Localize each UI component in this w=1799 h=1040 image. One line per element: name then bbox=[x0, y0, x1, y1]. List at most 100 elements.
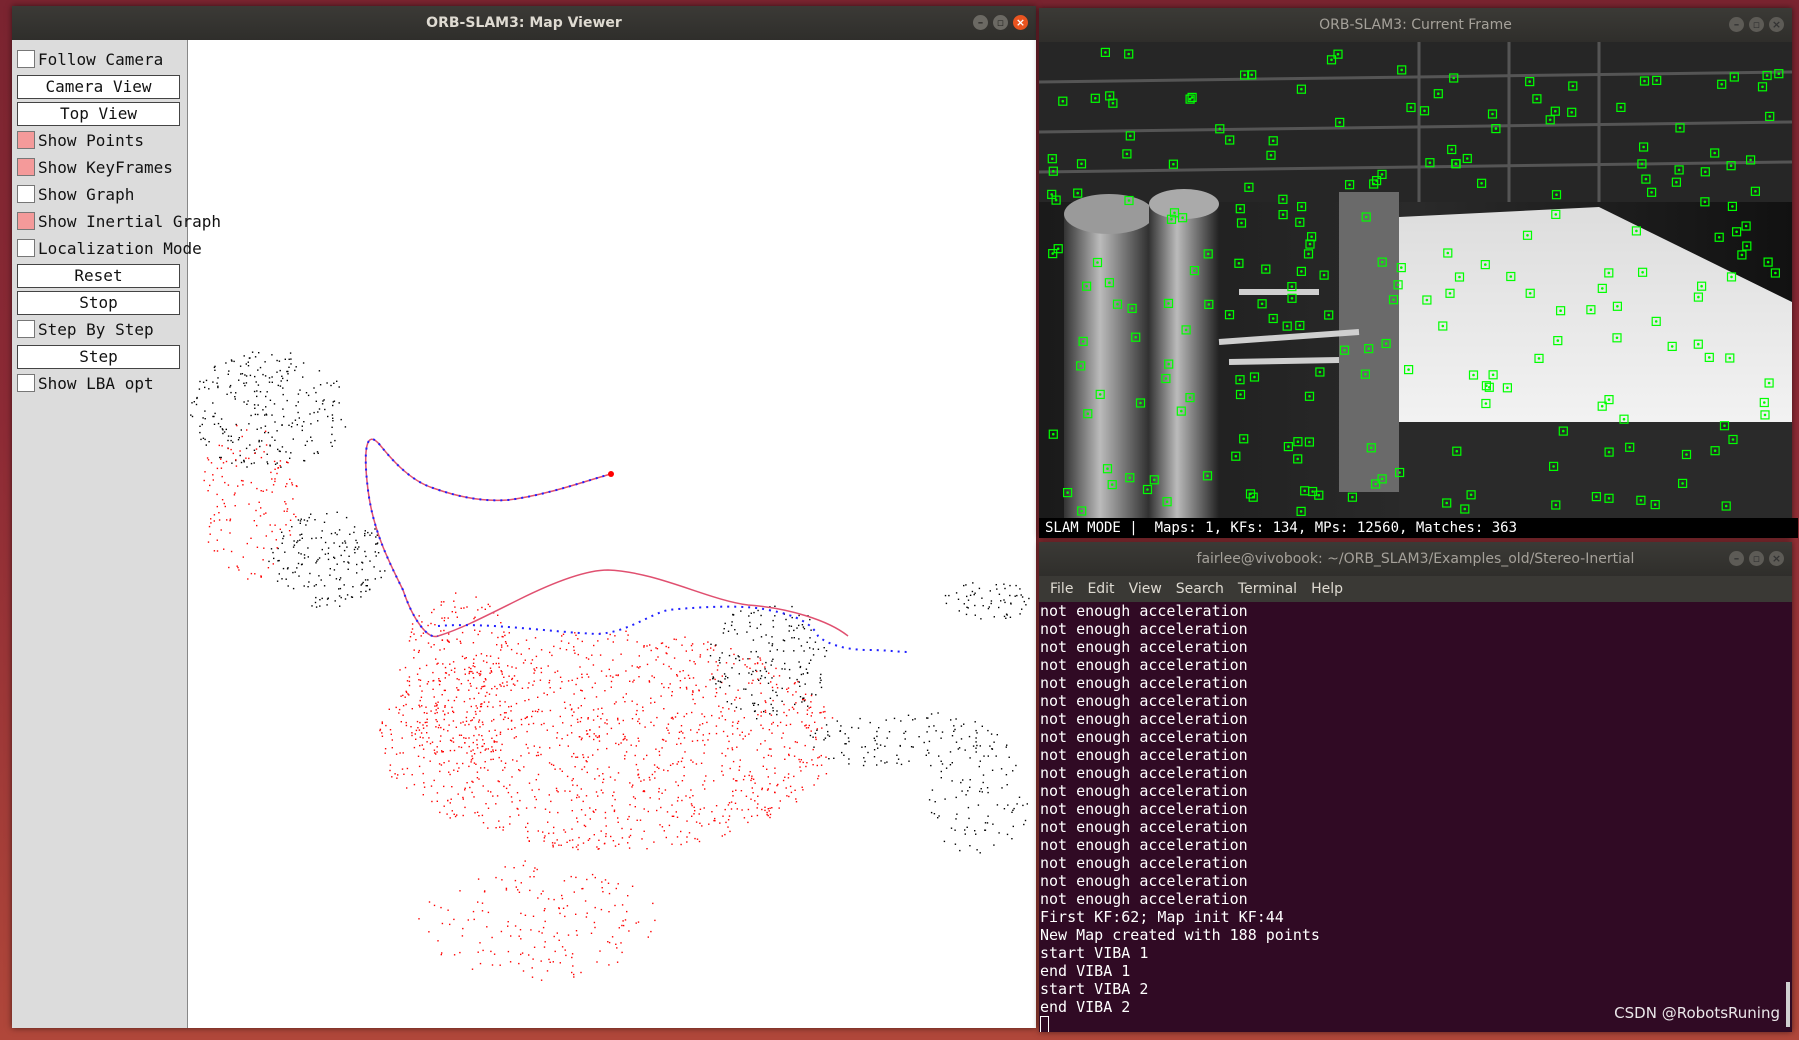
feature-point bbox=[1423, 109, 1426, 113]
feature-point bbox=[1104, 51, 1107, 54]
map-point bbox=[686, 836, 688, 838]
map-point bbox=[701, 723, 704, 725]
map-point bbox=[754, 782, 756, 784]
map-point bbox=[454, 667, 456, 670]
minimize-icon[interactable]: – bbox=[1729, 17, 1744, 32]
map-point bbox=[976, 849, 978, 851]
stop-button[interactable]: Stop bbox=[17, 291, 180, 315]
checkbox-box[interactable] bbox=[17, 131, 35, 149]
map-point bbox=[863, 757, 865, 759]
terminal-titlebar[interactable]: fairlee@vivobook: ~/ORB_SLAM3/Examples_o… bbox=[1039, 542, 1792, 576]
maximize-icon[interactable]: ▫ bbox=[993, 15, 1008, 30]
map-viewer-titlebar[interactable]: ORB-SLAM3: Map Viewer – ▫ × bbox=[12, 6, 1036, 40]
checkbox-box[interactable] bbox=[17, 212, 35, 230]
map-point bbox=[566, 841, 568, 843]
map-point bbox=[236, 424, 238, 427]
checkbox-box[interactable] bbox=[17, 374, 35, 392]
step-button[interactable]: Step bbox=[17, 345, 180, 369]
menu-edit[interactable]: Edit bbox=[1080, 576, 1121, 602]
map-point bbox=[671, 694, 673, 697]
feature-point bbox=[1559, 309, 1562, 313]
map-point bbox=[760, 743, 762, 745]
checkbox-box[interactable] bbox=[17, 239, 35, 257]
map-point bbox=[310, 436, 312, 438]
maximize-icon[interactable]: ▫ bbox=[1749, 551, 1764, 566]
map-point bbox=[482, 685, 485, 688]
checkbox-box[interactable] bbox=[17, 320, 35, 338]
map-point bbox=[1003, 583, 1005, 585]
map-point bbox=[534, 796, 536, 798]
close-icon[interactable]: × bbox=[1769, 17, 1784, 32]
minimize-icon[interactable]: – bbox=[1729, 551, 1744, 566]
map-point bbox=[490, 751, 492, 753]
map-point bbox=[418, 649, 420, 652]
map-point bbox=[289, 352, 292, 354]
map-point bbox=[671, 691, 673, 693]
map-point bbox=[326, 604, 328, 606]
map-point bbox=[589, 807, 591, 809]
map-point bbox=[381, 721, 383, 723]
map-point bbox=[500, 644, 503, 646]
map-point bbox=[260, 490, 262, 492]
current-frame-titlebar[interactable]: ORB-SLAM3: Current Frame – ▫ × bbox=[1039, 8, 1792, 42]
terminal-output[interactable]: not enough acceleration not enough accele… bbox=[1039, 602, 1792, 1032]
map-point bbox=[486, 926, 488, 928]
map-point bbox=[554, 842, 556, 844]
top-view-button[interactable]: Top View bbox=[17, 102, 180, 126]
map-point bbox=[752, 679, 754, 682]
map-point bbox=[482, 822, 485, 824]
map-point bbox=[394, 773, 396, 775]
menu-file[interactable]: File bbox=[1043, 576, 1080, 602]
map-point bbox=[544, 941, 546, 943]
map-point bbox=[479, 710, 481, 712]
map-point bbox=[707, 661, 710, 663]
map-point bbox=[543, 837, 546, 839]
map-point bbox=[414, 733, 416, 735]
map-point bbox=[279, 369, 281, 372]
map-point bbox=[209, 533, 211, 535]
map-point bbox=[291, 422, 294, 424]
map-point bbox=[804, 693, 807, 695]
map-point bbox=[663, 830, 665, 832]
terminal-scrollbar[interactable] bbox=[1786, 982, 1790, 1027]
map-point bbox=[692, 691, 694, 693]
map-point bbox=[880, 760, 882, 762]
map-3d-canvas[interactable] bbox=[188, 40, 1036, 1028]
map-point bbox=[548, 679, 551, 682]
map-point bbox=[628, 836, 630, 838]
map-point bbox=[438, 763, 441, 765]
menu-terminal[interactable]: Terminal bbox=[1231, 576, 1304, 602]
menu-view[interactable]: View bbox=[1122, 576, 1169, 602]
maximize-icon[interactable]: ▫ bbox=[1749, 17, 1764, 32]
map-point bbox=[851, 726, 853, 729]
map-point bbox=[807, 727, 810, 729]
menu-search[interactable]: Search bbox=[1169, 576, 1231, 602]
map-point bbox=[809, 618, 811, 621]
map-point bbox=[689, 659, 691, 662]
map-point bbox=[734, 699, 736, 701]
map-point bbox=[398, 708, 401, 711]
reset-button[interactable]: Reset bbox=[17, 264, 180, 288]
map-point bbox=[199, 431, 201, 434]
checkbox-box[interactable] bbox=[17, 50, 35, 68]
map-point bbox=[542, 890, 544, 892]
map-point bbox=[807, 705, 809, 707]
map-point bbox=[584, 900, 587, 902]
camera-view-button[interactable]: Camera View bbox=[17, 75, 180, 99]
close-icon[interactable]: × bbox=[1013, 15, 1028, 30]
map-point bbox=[949, 751, 952, 753]
feature-point bbox=[1308, 242, 1312, 246]
minimize-icon[interactable]: – bbox=[973, 15, 988, 30]
map-point bbox=[531, 715, 533, 718]
map-point bbox=[572, 965, 574, 967]
menu-help[interactable]: Help bbox=[1304, 576, 1350, 602]
map-point bbox=[458, 734, 461, 736]
map-point bbox=[808, 707, 810, 709]
map-point bbox=[484, 608, 486, 610]
map-point bbox=[295, 516, 297, 518]
map-point bbox=[528, 954, 530, 956]
checkbox-box[interactable] bbox=[17, 158, 35, 176]
map-point bbox=[286, 461, 288, 463]
checkbox-box[interactable] bbox=[17, 185, 35, 203]
close-icon[interactable]: × bbox=[1769, 551, 1784, 566]
